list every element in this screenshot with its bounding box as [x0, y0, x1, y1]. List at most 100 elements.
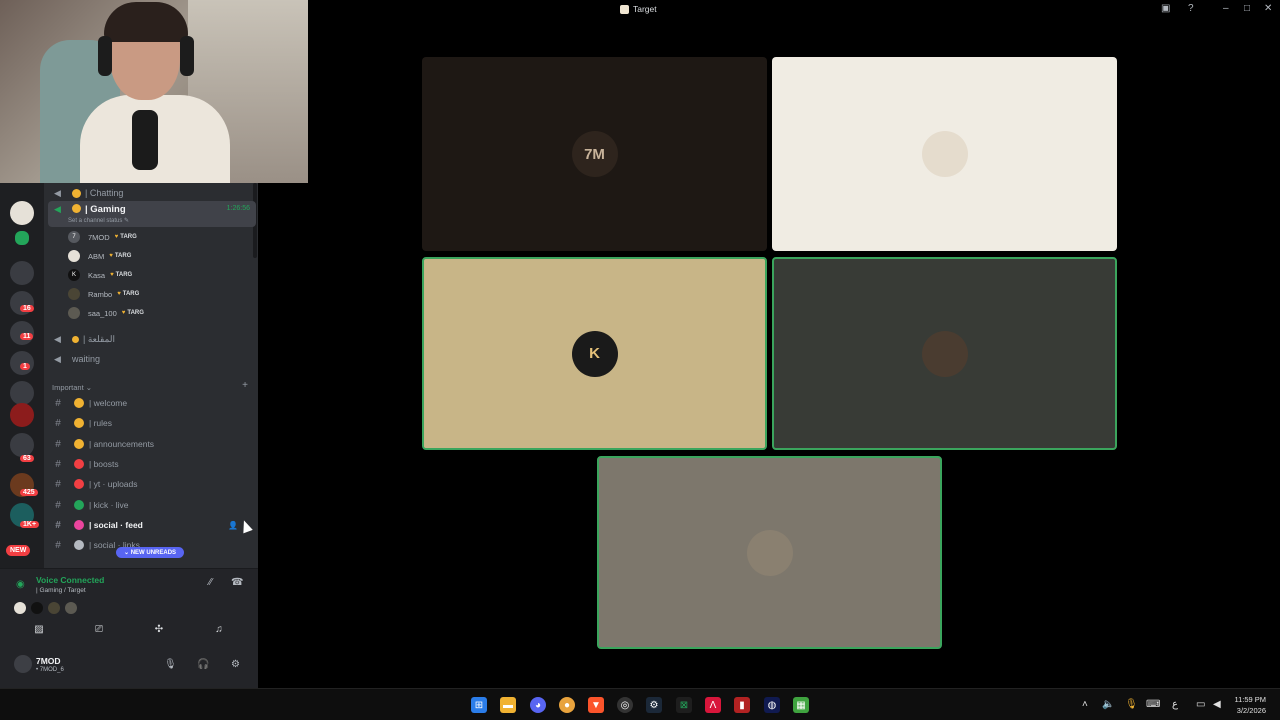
category-header[interactable]: Important ⌄	[52, 383, 92, 392]
new-badge: NEW	[6, 545, 31, 556]
obs-icon[interactable]: ◎	[617, 697, 633, 713]
avatar[interactable]	[14, 602, 26, 614]
invite-icon[interactable]: 👤	[228, 521, 238, 530]
voice-channel-chatting[interactable]: ◀ | Chatting	[48, 183, 256, 203]
volume-icon[interactable]: 🔈	[1102, 699, 1114, 710]
soundboard-icon[interactable]: ♫	[204, 624, 234, 640]
camera-off-icon[interactable]: ▨	[24, 624, 54, 640]
app-icon[interactable]: ▮	[734, 697, 750, 713]
noise-suppression-icon[interactable]: ∕∕	[209, 577, 212, 588]
app-icon[interactable]: Λ	[705, 697, 721, 713]
chevron-up-icon[interactable]: ˄	[1082, 699, 1088, 710]
steam-icon[interactable]: ⚙	[646, 697, 662, 713]
mention-badge: 11	[20, 333, 34, 340]
text-channel[interactable]: # | boosts	[48, 455, 254, 473]
participant-tile[interactable]: 7M	[422, 57, 767, 251]
participant-tile[interactable]	[597, 456, 942, 649]
file-explorer-icon[interactable]: ▬	[500, 697, 516, 713]
brave-icon[interactable]: ▼	[588, 697, 604, 713]
create-channel-icon[interactable]: +	[242, 380, 248, 391]
channel-list: ◀ | Chatting ◀ | Gaming 1:26:56 Set a ch…	[44, 183, 258, 568]
settings-gear-icon[interactable]: ⚙	[231, 659, 240, 670]
signal-icon[interactable]: ◉	[16, 579, 25, 590]
hash-icon: #	[55, 397, 61, 409]
hash-icon: #	[55, 539, 61, 551]
user-panel: 7MOD • 7MOD_6 🎙 🎧 ⚙	[0, 643, 258, 688]
voice-channel-path[interactable]: | Gaming / Target	[36, 587, 86, 594]
channel-emoji-icon	[74, 398, 84, 408]
avatar	[68, 250, 80, 262]
channel-emoji-icon	[74, 459, 84, 469]
avatar[interactable]	[14, 655, 32, 673]
server-icon[interactable]	[10, 201, 34, 225]
mention-badge: 1	[20, 363, 30, 370]
voice-channel-gaming[interactable]: ◀ | Gaming 1:26:56 Set a channel status …	[48, 201, 256, 227]
server-icon	[620, 4, 629, 14]
language-indicator[interactable]: ع	[1172, 699, 1178, 710]
battlenet-icon[interactable]: ◍	[764, 697, 780, 713]
participant-tile[interactable]	[772, 257, 1117, 450]
server-icon[interactable]	[10, 433, 34, 457]
windows-start-icon[interactable]: ⊞	[471, 697, 487, 713]
voice-member[interactable]: ABM TARG	[68, 247, 131, 265]
text-channel[interactable]: # | announcements	[48, 435, 254, 453]
server-icon[interactable]	[10, 261, 34, 285]
taskbar: ⊞ ▬ ◕ ● ▼ ◎ ⚙ ⊠ Λ ▮ ◍ ▦ ˄ 🔈 🎙 ⌨ ع ▭ ◀ 11…	[0, 688, 1280, 720]
voice-member[interactable]: Rambo TARG	[68, 285, 139, 303]
channel-status[interactable]: Set a channel status ✎	[68, 217, 129, 224]
close-icon[interactable]: ✕	[1264, 3, 1272, 14]
keyboard-icon[interactable]: ⌨	[1146, 699, 1160, 710]
speaker-icon: ◀	[54, 204, 61, 214]
server-icon[interactable]	[15, 231, 29, 245]
channel-emoji-icon	[74, 418, 84, 428]
avatar	[68, 307, 80, 319]
minimize-icon[interactable]: –	[1223, 3, 1229, 14]
voice-channel[interactable]: ◀ | المقلعة	[48, 329, 256, 349]
new-unreads-button[interactable]: ⌄ NEW UNREADS	[116, 547, 185, 558]
voice-channel-waiting[interactable]: ◀ waiting	[48, 349, 256, 369]
voice-status[interactable]: Voice Connected	[36, 575, 104, 585]
avatar[interactable]	[48, 602, 60, 614]
headphones-icon[interactable]: 🎧	[197, 659, 209, 670]
clock[interactable]: 11:59 PM 3/2/2026	[1234, 694, 1266, 716]
speaker-icon[interactable]: ◀	[1213, 699, 1221, 710]
avatar[interactable]	[65, 602, 77, 614]
avatar: 7	[68, 231, 80, 243]
screen-share-icon[interactable]: ⎚	[84, 624, 114, 640]
disconnect-icon[interactable]: ☎	[231, 577, 243, 588]
network-icon[interactable]: ▭	[1196, 699, 1205, 710]
microphone-icon[interactable]: 🎙	[164, 659, 177, 670]
mention-badge: 63	[20, 455, 34, 462]
channel-emoji-icon	[74, 479, 84, 489]
text-channel[interactable]: # | social · feed 👤	[48, 516, 254, 534]
avatar	[921, 330, 968, 377]
minecraft-icon[interactable]: ▦	[793, 697, 809, 713]
maximize-icon[interactable]: □	[1244, 3, 1250, 14]
text-channel[interactable]: # | yt · uploads	[48, 475, 254, 493]
server-icon[interactable]	[10, 381, 34, 405]
discord-icon[interactable]: ◕	[530, 697, 546, 713]
window-title: Target	[620, 4, 657, 14]
channel-emoji-icon	[72, 188, 81, 198]
title-bar: Target ▣ ? – □ ✕	[308, 0, 1280, 20]
microphone-icon[interactable]: 🎙	[1125, 699, 1138, 710]
mention-badge: 16	[20, 305, 34, 312]
avatar[interactable]	[31, 602, 43, 614]
channel-emoji-icon	[72, 204, 81, 213]
participant-tile[interactable]	[772, 57, 1117, 251]
text-channel[interactable]: # | rules	[48, 414, 254, 432]
voice-member[interactable]: 7 7MOD TARG	[68, 228, 137, 246]
server-icon[interactable]	[10, 403, 34, 427]
participant-tile[interactable]: K	[422, 257, 767, 450]
text-channel[interactable]: # | kick · live	[48, 496, 254, 514]
app-icon[interactable]: ●	[559, 697, 575, 713]
help-icon[interactable]: ?	[1188, 3, 1194, 14]
screen-share-icon[interactable]: ▣	[1161, 3, 1170, 14]
voice-member[interactable]: saa_100 TARG	[68, 304, 144, 322]
xbox-icon[interactable]: ⊠	[676, 697, 692, 713]
avatar	[921, 131, 968, 177]
voice-member[interactable]: K Kasa TARG	[68, 266, 132, 284]
username[interactable]: 7MOD	[36, 656, 61, 666]
activities-icon[interactable]: ✣	[144, 624, 174, 640]
text-channel[interactable]: # | welcome	[48, 394, 254, 412]
